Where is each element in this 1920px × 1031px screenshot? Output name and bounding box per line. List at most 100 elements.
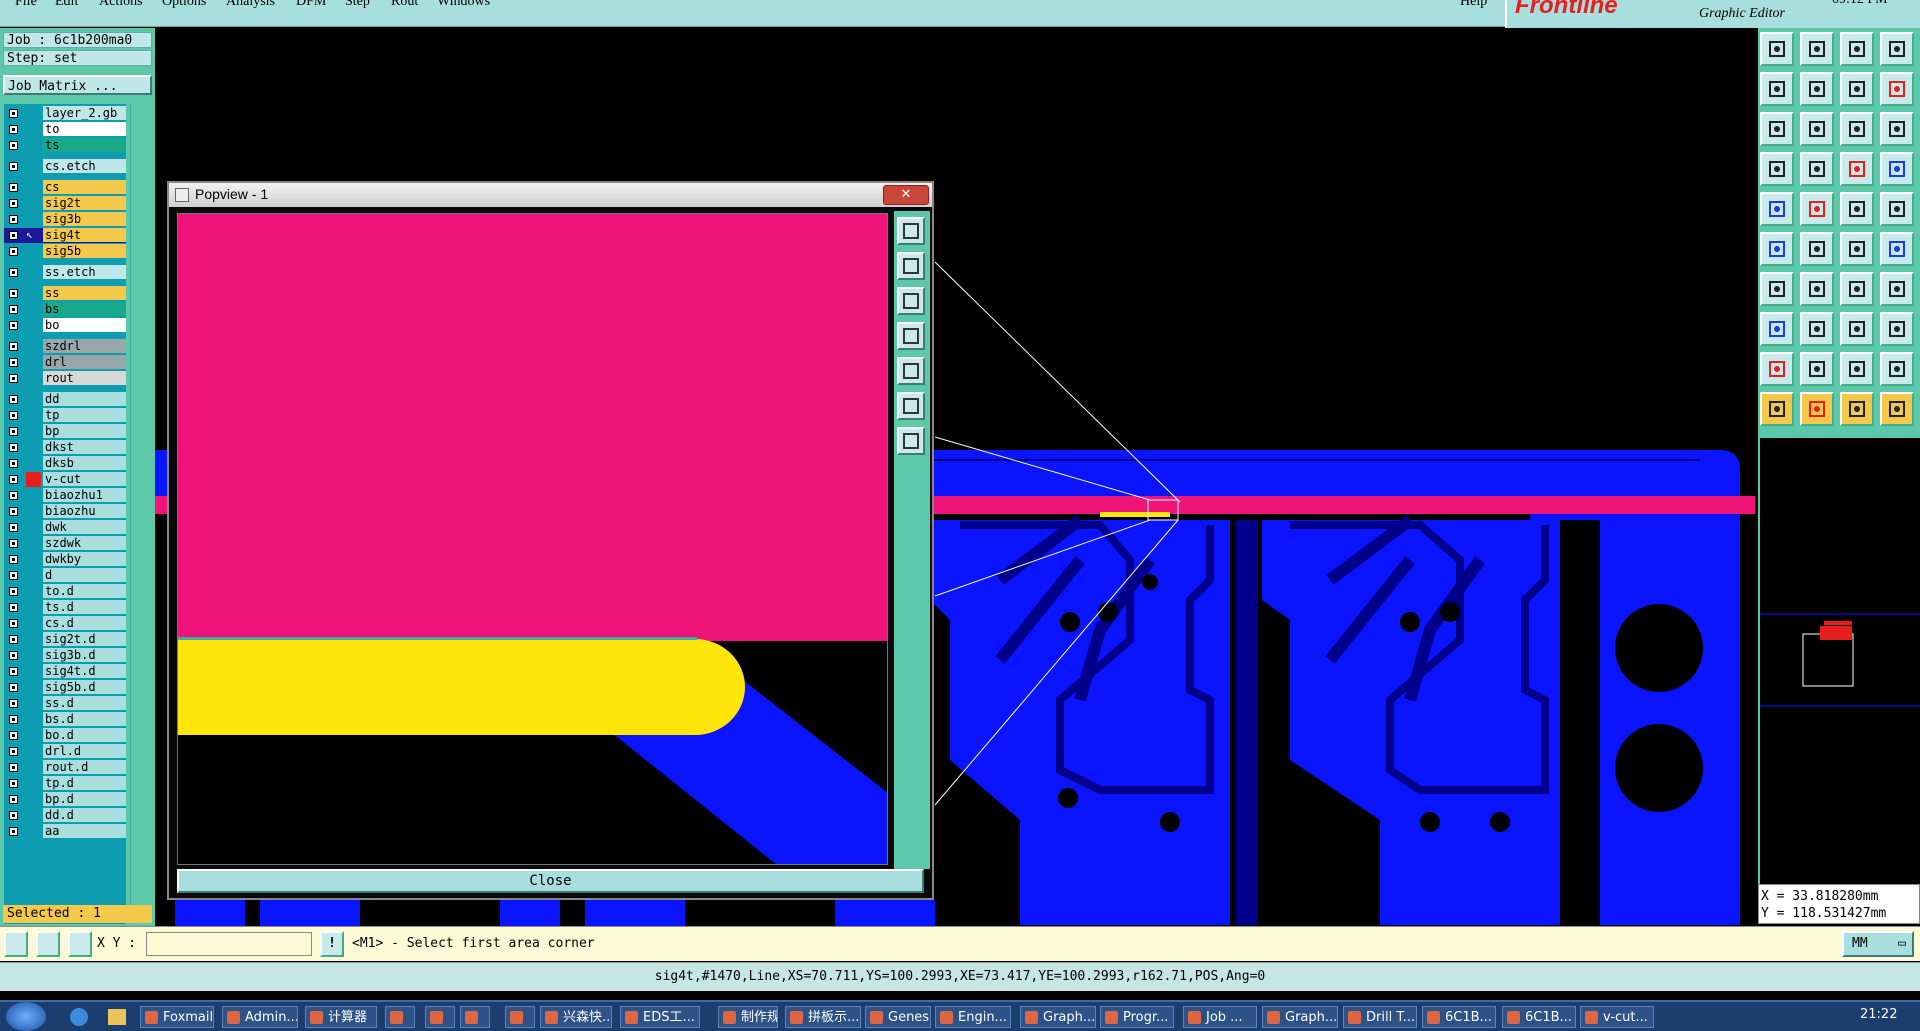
help-icon[interactable] — [1880, 112, 1914, 146]
layer-checkbox[interactable] — [9, 603, 18, 612]
connect-icon[interactable] — [1760, 232, 1794, 266]
layer-checkbox[interactable] — [9, 125, 18, 134]
layer-row[interactable]: v-cut — [4, 472, 126, 487]
resize-icon[interactable] — [1840, 312, 1874, 346]
layer-row[interactable]: tp.d — [4, 776, 126, 791]
taskbar-item[interactable] — [425, 1006, 455, 1028]
layer-checkbox[interactable] — [9, 141, 18, 150]
layer-row[interactable]: ts.d — [4, 600, 126, 615]
zoom-left-icon[interactable] — [1760, 72, 1794, 106]
dot-icon[interactable] — [1880, 192, 1914, 226]
taskbar-item[interactable]: Progr... — [1100, 1006, 1174, 1028]
move-pad-icon[interactable] — [1760, 312, 1794, 346]
ie-icon[interactable] — [70, 1008, 88, 1026]
layer-row[interactable]: biaozhu1 — [4, 488, 126, 503]
menu-step[interactable]: Step — [345, 0, 370, 10]
taskbar-item[interactable]: 6C1B... — [1502, 1006, 1576, 1028]
taskbar-item[interactable]: 拼板示... — [785, 1006, 861, 1028]
popview-zoom-fit-icon[interactable] — [897, 217, 925, 245]
taskbar-item[interactable]: 制作规... — [718, 1006, 778, 1028]
layer-checkbox[interactable] — [9, 162, 18, 171]
layer-row[interactable]: bp — [4, 424, 126, 439]
overview-panel[interactable] — [1758, 438, 1920, 884]
save-icon[interactable] — [1800, 32, 1834, 66]
layer-row[interactable]: ss — [4, 286, 126, 301]
layer-checkbox[interactable] — [9, 683, 18, 692]
layer-checkbox[interactable] — [9, 289, 18, 298]
layer-checkbox[interactable] — [9, 699, 18, 708]
menu-help[interactable]: Help — [1460, 0, 1487, 10]
layer-checkbox[interactable] — [9, 395, 18, 404]
redo-icon[interactable] — [1880, 72, 1914, 106]
layer-row[interactable]: dkst — [4, 440, 126, 455]
edge-blue-icon[interactable] — [1880, 232, 1914, 266]
layer-row[interactable]: sig3b.d — [4, 648, 126, 663]
pin-icon[interactable] — [1800, 152, 1834, 186]
layer-row[interactable]: bs — [4, 302, 126, 317]
layer-checkbox[interactable] — [9, 342, 18, 351]
minus-icon[interactable] — [1800, 312, 1834, 346]
close-icon[interactable]: ✕ — [883, 185, 929, 205]
layer-row[interactable]: szdrl — [4, 339, 126, 354]
layer-row[interactable]: rout — [4, 371, 126, 386]
layer-row[interactable]: tp — [4, 408, 126, 423]
menu-actions[interactable]: Actions — [99, 0, 143, 10]
layer-checkbox[interactable] — [9, 247, 18, 256]
taskbar-item[interactable]: 兴森快... — [540, 1006, 612, 1028]
layer-checkbox[interactable] — [9, 268, 18, 277]
layer-row[interactable]: szdwk — [4, 536, 126, 551]
taskbar-item[interactable]: 计算器 — [305, 1006, 377, 1028]
layer-checkbox[interactable] — [9, 321, 18, 330]
menu-windows[interactable]: Windows — [437, 0, 490, 10]
select-tool-icon[interactable] — [4, 931, 28, 957]
layer-checkbox[interactable] — [9, 427, 18, 436]
layer-checkbox[interactable] — [9, 443, 18, 452]
layer-checkbox[interactable] — [9, 539, 18, 548]
layer-row[interactable]: dd — [4, 392, 126, 407]
layer-checkbox[interactable] — [9, 715, 18, 724]
layer-row[interactable]: dwk — [4, 520, 126, 535]
angle-icon[interactable] — [1760, 272, 1794, 306]
units-select[interactable]: MM ▭ — [1842, 931, 1914, 957]
layer-row[interactable]: ss.etch — [4, 265, 126, 280]
menu-dfm[interactable]: DFM — [296, 0, 326, 10]
taskbar-item[interactable]: Engin... — [935, 1006, 1011, 1028]
layer-checkbox[interactable] — [9, 827, 18, 836]
drill-red-icon[interactable] — [1840, 152, 1874, 186]
select-icon[interactable] — [1760, 392, 1794, 426]
layer-row[interactable]: bo.d — [4, 728, 126, 743]
layer-row[interactable]: sig2t.d — [4, 632, 126, 647]
layer-checkbox[interactable] — [9, 459, 18, 468]
layer-checkbox[interactable] — [9, 374, 18, 383]
layer-row[interactable]: rout.d — [4, 760, 126, 775]
job-matrix-button[interactable]: Job Matrix ... — [3, 75, 152, 95]
popview-pan-left-icon[interactable] — [897, 322, 925, 350]
layer-row[interactable]: drl — [4, 355, 126, 370]
home-icon[interactable] — [1840, 32, 1874, 66]
taskbar-item[interactable] — [460, 1006, 490, 1028]
layer-checkbox[interactable] — [9, 571, 18, 580]
layer-checkbox[interactable] — [9, 635, 18, 644]
layer-row[interactable]: aa — [4, 824, 126, 839]
layer-row[interactable]: cs — [4, 180, 126, 195]
delete-icon[interactable] — [1800, 232, 1834, 266]
alert-icon[interactable]: ! — [320, 931, 344, 957]
popview-canvas[interactable] — [177, 213, 888, 865]
tri-b-icon[interactable] — [1840, 352, 1874, 386]
ruler-icon[interactable] — [1840, 192, 1874, 226]
taskbar-item[interactable]: EDS工... — [620, 1006, 700, 1028]
layer-checkbox[interactable] — [9, 215, 18, 224]
start-button[interactable] — [6, 1002, 46, 1031]
layer-checkbox[interactable] — [9, 507, 18, 516]
layer-checkbox[interactable] — [9, 779, 18, 788]
popview-zoom-in-icon[interactable] — [897, 252, 925, 280]
grid-icon[interactable] — [68, 931, 92, 957]
layer-checkbox[interactable] — [9, 411, 18, 420]
layer-checkbox[interactable] — [9, 667, 18, 676]
layer-row[interactable]: d — [4, 568, 126, 583]
line-red-icon[interactable] — [1800, 192, 1834, 226]
layer-row[interactable]: bp.d — [4, 792, 126, 807]
layer-row[interactable]: sig2t — [4, 196, 126, 211]
menu-rout[interactable]: Rout — [391, 0, 418, 10]
taskbar-item[interactable]: Job ... — [1183, 1006, 1257, 1028]
